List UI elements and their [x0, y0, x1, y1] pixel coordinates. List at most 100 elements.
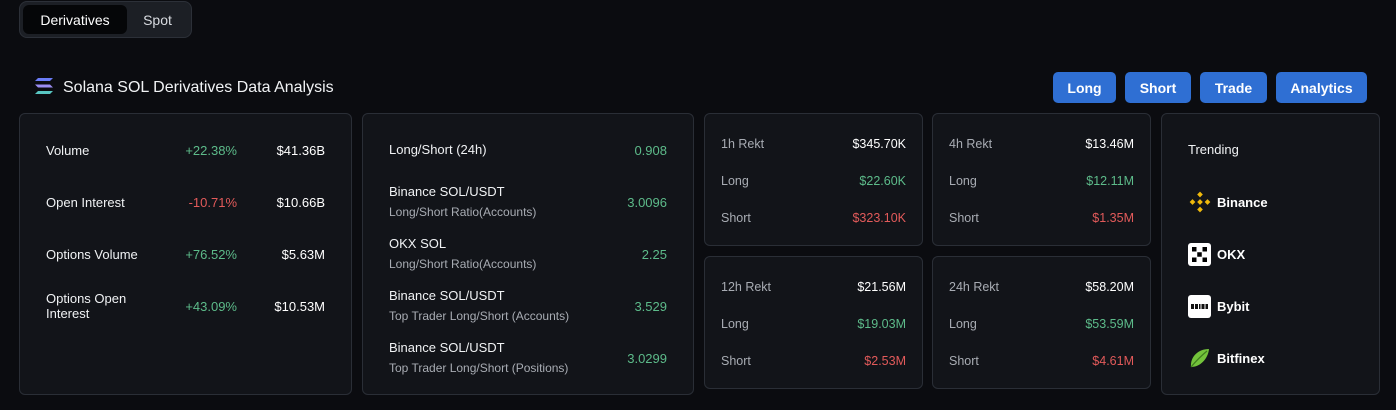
rekt-long-row: Long $12.11M — [949, 172, 1134, 190]
rekt-long-value: $53.59M — [1085, 317, 1134, 331]
rekt-short-label: Short — [721, 354, 751, 368]
ratio-label: Binance SOL/USDT — [389, 288, 505, 303]
long-short-ratio-card: Long/Short (24h) 0.908 Binance SOL/USDT … — [362, 113, 694, 395]
rekt-label: 1h Rekt — [721, 137, 765, 151]
ratio-sublabel: Top Trader Long/Short (Accounts) — [389, 309, 570, 323]
rekt-short-row: Short $2.53M — [721, 352, 906, 370]
ratio-label: Binance SOL/USDT — [389, 184, 505, 199]
short-button[interactable]: Short — [1125, 72, 1191, 103]
ratio-row: Long/Short (24h) 0.908 — [389, 142, 667, 158]
rekt-total: $345.70K — [852, 137, 906, 151]
trending-name: OKX — [1217, 246, 1246, 262]
metric-label: Volume — [46, 142, 90, 158]
rekt-long-value: $12.11M — [1086, 174, 1134, 188]
bybit-icon — [1188, 294, 1211, 318]
ratio-value: 3.0096 — [627, 194, 667, 210]
rekt-short-value: $1.35M — [1092, 211, 1134, 225]
ratio-value: 2.25 — [641, 246, 667, 262]
rekt-long-value: $19.03M — [857, 317, 906, 331]
metric-value: $10.66B — [276, 194, 325, 210]
metric-label: Options Open Interest — [46, 291, 127, 321]
market-type-tabs: Derivatives Spot — [19, 1, 192, 38]
section-header: Solana SOL Derivatives Data Analysis — [34, 76, 334, 100]
rekt-long-label: Long — [721, 317, 749, 331]
ratio-row: Binance SOL/USDT Long/Short Ratio(Accoun… — [389, 184, 667, 220]
rekt-card-1h: 1h Rekt $345.70K Long $22.60K Short $323… — [704, 113, 923, 246]
overview-row-options-volume: Options Volume +76.52% $5.63M — [46, 244, 325, 264]
rekt-long-row: Long $53.59M — [949, 315, 1134, 333]
rekt-long-label: Long — [949, 317, 977, 331]
rekt-short-row: Short $323.10K — [721, 209, 906, 227]
overview-row-options-open-interest: Options Open Interest +43.09% $10.53M — [46, 291, 325, 321]
binance-icon — [1188, 191, 1211, 214]
rekt-long-label: Long — [721, 174, 749, 188]
rekt-card-24h: 24h Rekt $58.20M Long $53.59M Short $4.6… — [932, 256, 1151, 389]
rekt-short-row: Short $4.61M — [949, 352, 1134, 370]
rekt-short-value: $4.61M — [1092, 354, 1134, 368]
tab-spot[interactable]: Spot — [127, 5, 188, 34]
ratio-sublabel: Long/Short Ratio(Accounts) — [389, 257, 537, 271]
overview-card: Volume +22.38% $41.36B Open Interest -10… — [19, 113, 352, 395]
overview-row-volume: Volume +22.38% $41.36B — [46, 140, 325, 160]
trending-title: Trending — [1188, 142, 1239, 157]
ratio-value: 0.908 — [634, 142, 667, 158]
rekt-short-value: $323.10K — [852, 211, 906, 225]
rekt-long-value: $22.60K — [859, 174, 906, 188]
metric-label: Options Volume — [46, 246, 138, 262]
rekt-long-label: Long — [949, 174, 977, 188]
tab-derivatives[interactable]: Derivatives — [23, 5, 127, 34]
rekt-long-row: Long $22.60K — [721, 172, 906, 190]
metric-value: $10.53M — [274, 298, 325, 314]
rekt-total-row: 24h Rekt $58.20M — [949, 278, 1134, 296]
rekt-short-value: $2.53M — [864, 354, 906, 368]
rekt-label: 24h Rekt — [949, 280, 1000, 294]
ratio-sublabel: Long/Short Ratio(Accounts) — [389, 205, 537, 219]
trade-button[interactable]: Trade — [1200, 72, 1267, 103]
trending-name: Binance — [1217, 194, 1268, 210]
rekt-long-row: Long $19.03M — [721, 315, 906, 333]
trending-item-bybit[interactable]: Bybit — [1188, 294, 1250, 318]
metric-label: Open Interest — [46, 194, 125, 210]
trending-item-binance[interactable]: Binance — [1188, 190, 1268, 214]
trending-item-okx[interactable]: OKX — [1188, 242, 1245, 266]
ratio-sublabel: Top Trader Long/Short (Positions) — [389, 361, 569, 375]
ratio-row: Binance SOL/USDT Top Trader Long/Short (… — [389, 288, 667, 324]
metric-value: $41.36B — [276, 142, 325, 158]
rekt-total: $58.20M — [1085, 280, 1134, 294]
rekt-short-row: Short $1.35M — [949, 209, 1134, 227]
rekt-total-row: 4h Rekt $13.46M — [949, 135, 1134, 153]
analytics-button[interactable]: Analytics — [1276, 72, 1367, 103]
ratio-row: OKX SOL Long/Short Ratio(Accounts) 2.25 — [389, 236, 667, 272]
rekt-short-label: Short — [949, 354, 979, 368]
action-buttons: Long Short Trade Analytics — [1053, 72, 1367, 103]
ratio-row: Binance SOL/USDT Top Trader Long/Short (… — [389, 340, 667, 376]
rekt-card-12h: 12h Rekt $21.56M Long $19.03M Short $2.5… — [704, 256, 923, 389]
rekt-card-4h: 4h Rekt $13.46M Long $12.11M Short $1.35… — [932, 113, 1151, 246]
ratio-label: Long/Short (24h) — [389, 142, 487, 157]
rekt-label: 12h Rekt — [721, 280, 772, 294]
metric-change: +76.52% — [185, 246, 237, 262]
trending-item-bitfinex[interactable]: Bitfinex — [1188, 346, 1265, 370]
rekt-short-label: Short — [949, 211, 979, 225]
metric-change: +22.38% — [185, 142, 237, 158]
page-title: Solana SOL Derivatives Data Analysis — [63, 79, 334, 96]
trending-name: Bitfinex — [1217, 350, 1265, 366]
trending-card: Trending Binance OKX Bybit Bitfinex — [1161, 113, 1380, 395]
rekt-total-row: 1h Rekt $345.70K — [721, 135, 906, 153]
trending-name: Bybit — [1217, 298, 1250, 314]
ratio-value: 3.0299 — [627, 350, 667, 366]
rekt-total-row: 12h Rekt $21.56M — [721, 278, 906, 296]
rekt-label: 4h Rekt — [949, 137, 993, 151]
okx-icon — [1188, 242, 1211, 266]
rekt-total: $13.46M — [1085, 137, 1134, 151]
ratio-label: OKX SOL — [389, 236, 447, 251]
overview-row-open-interest: Open Interest -10.71% $10.66B — [46, 192, 325, 212]
ratio-value: 3.529 — [634, 298, 667, 314]
long-button[interactable]: Long — [1053, 72, 1116, 103]
bitfinex-icon — [1188, 347, 1211, 370]
rekt-total: $21.56M — [857, 280, 906, 294]
metric-value: $5.63M — [281, 246, 325, 262]
ratio-label: Binance SOL/USDT — [389, 340, 505, 355]
solana-logo-icon — [34, 77, 54, 100]
metric-change: -10.71% — [188, 194, 237, 210]
